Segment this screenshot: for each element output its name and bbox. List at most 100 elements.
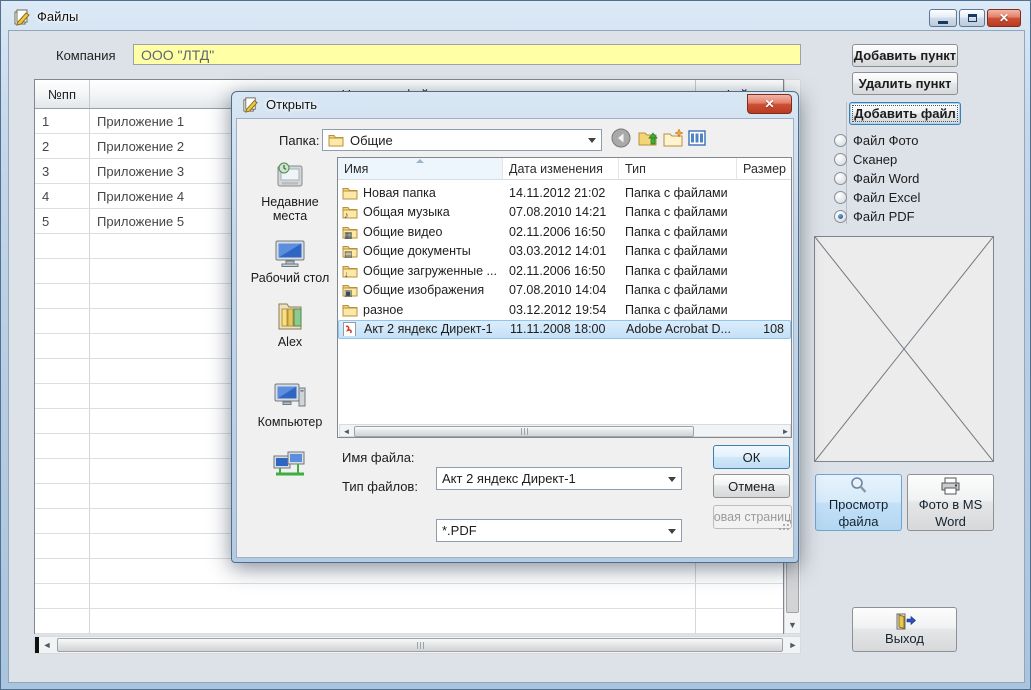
- folder-music-icon: ♪: [342, 205, 358, 219]
- file-row[interactable]: разное03.12.2012 19:54Папка с файлами: [338, 300, 791, 320]
- radio-файл-pdf[interactable]: Файл PDF: [834, 207, 920, 226]
- file-list-body: Новая папка14.11.2012 21:02Папка с файла…: [338, 180, 791, 339]
- main-window: Файлы ✕ Компания ООО "ЛТД" №пп Название …: [0, 0, 1031, 690]
- table-cell: [35, 384, 90, 408]
- new-folder-icon[interactable]: [663, 128, 685, 148]
- list-header-date[interactable]: Дата изменения: [503, 158, 619, 179]
- table-row[interactable]: [35, 584, 783, 609]
- add-item-button[interactable]: Добавить пункт: [852, 44, 958, 67]
- back-icon[interactable]: [611, 128, 631, 148]
- vscroll-down-arrow[interactable]: ▼: [786, 617, 799, 633]
- table-cell: [35, 309, 90, 333]
- photo-to-word-button[interactable]: Фото в MS Word: [907, 474, 994, 531]
- close-button[interactable]: ✕: [987, 9, 1021, 27]
- folder-video-icon: ▦: [342, 225, 358, 239]
- preview-crossed-icon: [815, 237, 993, 461]
- folder-docs-icon: ▤: [342, 244, 358, 258]
- maximize-button[interactable]: [959, 9, 985, 27]
- hscroll-thumb[interactable]: [57, 638, 783, 652]
- file-date: 02.11.2006 16:50: [503, 264, 619, 278]
- file-name: Общая музыка: [363, 205, 450, 219]
- exit-button[interactable]: Выход: [852, 607, 957, 652]
- file-name-combobox[interactable]: Акт 2 яндекс Директ-1: [436, 467, 682, 490]
- file-row[interactable]: ▤Общие документы03.03.2012 14:01Папка с …: [338, 242, 791, 262]
- radio-selected-icon: [834, 210, 847, 223]
- main-table-hscrollbar[interactable]: ◄ ►: [34, 636, 801, 654]
- sidebar-item-недавние-места[interactable]: Недавние места: [244, 160, 336, 223]
- sidebar-item-рабочий-стол[interactable]: Рабочий стол: [244, 238, 336, 285]
- file-row[interactable]: ♪Общая музыка07.08.2010 14:21Папка с фай…: [338, 203, 791, 223]
- radio-файл-word[interactable]: Файл Word: [834, 169, 920, 188]
- cancel-button[interactable]: Отмена: [713, 474, 790, 498]
- sidebar-item-label: Рабочий стол: [244, 271, 336, 285]
- file-name: Общие документы: [363, 244, 471, 258]
- table-cell: [90, 609, 696, 633]
- sidebar-item-компьютер[interactable]: Компьютер: [244, 380, 336, 429]
- table-cell: 3: [35, 159, 90, 183]
- file-date: 02.11.2006 16:50: [503, 225, 619, 239]
- table-cell: [35, 334, 90, 358]
- radio-файл-excel[interactable]: Файл Excel: [834, 188, 920, 207]
- dialog-close-button[interactable]: ✕: [747, 94, 792, 114]
- dlg-hscroll-thumb[interactable]: [354, 426, 694, 437]
- file-type: Папка с файлами: [619, 283, 737, 297]
- table-cell: [35, 234, 90, 258]
- folder-icon: [342, 303, 358, 317]
- company-input[interactable]: ООО "ЛТД": [133, 44, 801, 65]
- dlg-hscroll-right[interactable]: ►: [781, 427, 790, 436]
- file-type-combobox[interactable]: *.PDF: [436, 519, 682, 542]
- file-row-selected[interactable]: Акт 2 яндекс Директ-111.11.2008 18:00Ado…: [338, 320, 791, 340]
- ok-button[interactable]: ОК: [713, 445, 790, 469]
- magnifier-icon: [849, 476, 869, 496]
- radio-label: Сканер: [853, 152, 897, 167]
- file-row[interactable]: ▣Общие изображения07.08.2010 14:04Папка …: [338, 281, 791, 301]
- file-list-hscrollbar[interactable]: ◄ ►: [339, 424, 791, 437]
- delete-item-button[interactable]: Удалить пункт: [852, 72, 958, 95]
- file-row[interactable]: Новая папка14.11.2012 21:02Папка с файла…: [338, 183, 791, 203]
- sort-asc-icon: [416, 159, 424, 163]
- folder-combobox[interactable]: Общие: [322, 129, 602, 151]
- pdf-icon: [343, 322, 359, 336]
- table-cell: [35, 584, 90, 608]
- network-icon: [244, 450, 336, 483]
- radio-файл-фото[interactable]: Файл Фото: [834, 131, 920, 150]
- maximize-icon: [968, 14, 977, 22]
- file-name: Общие загруженные ...: [363, 264, 497, 278]
- sidebar-item-network[interactable]: [244, 450, 336, 483]
- sidebar-item-label: Alex: [244, 335, 336, 349]
- minimize-button[interactable]: [929, 9, 957, 27]
- folder-label: Папка:: [279, 133, 319, 148]
- file-type: Adobe Acrobat D...: [620, 322, 738, 336]
- radio-label: Файл Фото: [853, 133, 918, 148]
- window-title: Файлы: [37, 9, 78, 24]
- table-cell: [35, 434, 90, 458]
- user-folder-icon: [244, 300, 336, 335]
- file-row[interactable]: ▦Общие видео02.11.2006 16:50Папка с файл…: [338, 222, 791, 242]
- exit-door-icon: [894, 613, 916, 630]
- radio-icon: [834, 153, 847, 166]
- table-cell: [35, 534, 90, 558]
- table-row[interactable]: [35, 609, 783, 634]
- sidebar-item-alex[interactable]: Alex: [244, 300, 336, 349]
- column-header-num: №пп: [35, 80, 90, 108]
- file-name: разное: [363, 303, 403, 317]
- hscroll-right-arrow[interactable]: ►: [787, 640, 799, 651]
- resize-grip[interactable]: [778, 518, 790, 536]
- file-size: 108: [738, 322, 790, 336]
- printer-icon: [940, 476, 962, 496]
- app-icon: [13, 8, 31, 26]
- table-cell: [696, 609, 783, 633]
- add-file-button[interactable]: Добавить файл: [849, 102, 961, 125]
- radio-icon: [834, 191, 847, 204]
- up-folder-icon[interactable]: [638, 128, 659, 148]
- table-cell: [35, 459, 90, 483]
- view-file-button[interactable]: Просмотр файла: [815, 474, 902, 531]
- dlg-hscroll-left[interactable]: ◄: [342, 427, 351, 436]
- list-header-type[interactable]: Тип: [619, 158, 737, 179]
- list-header-name[interactable]: Имя: [338, 158, 503, 179]
- list-header-size[interactable]: Размер: [737, 158, 791, 179]
- radio-сканер[interactable]: Сканер: [834, 150, 920, 169]
- views-icon[interactable]: [688, 129, 706, 147]
- hscroll-left-arrow[interactable]: ◄: [41, 640, 53, 651]
- file-row[interactable]: ↓Общие загруженные ...02.11.2006 16:50Па…: [338, 261, 791, 281]
